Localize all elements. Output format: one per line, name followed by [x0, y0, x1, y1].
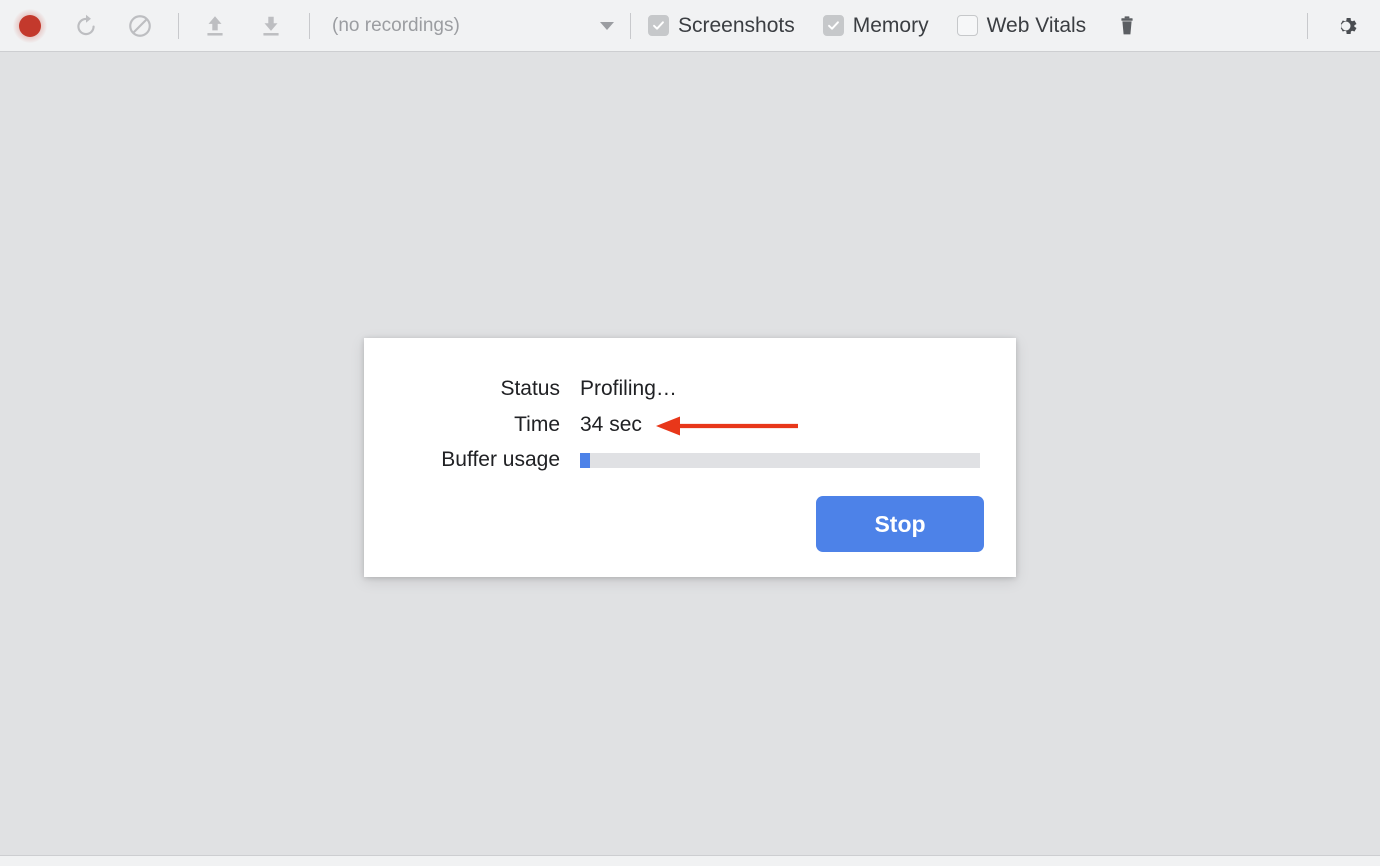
buffer-usage-label: Buffer usage: [441, 448, 560, 471]
check-icon: [827, 21, 839, 30]
status-label: Status: [500, 377, 560, 400]
buffer-usage-progressbar: [580, 452, 980, 468]
stop-button[interactable]: Stop: [816, 496, 984, 552]
record-button[interactable]: [10, 6, 50, 46]
reload-and-record-button[interactable]: [66, 6, 106, 46]
checkbox-memory-box[interactable]: [822, 15, 844, 36]
recordings-select[interactable]: (no recordings): [322, 11, 622, 41]
recordings-select-value: (no recordings): [332, 14, 460, 36]
checkbox-screenshots[interactable]: Screenshots: [641, 14, 802, 38]
toolbar-divider-3: [630, 12, 631, 39]
toolbar-divider-4: [1307, 12, 1308, 39]
checkbox-screenshots-box[interactable]: [648, 15, 669, 36]
gear-icon: [1340, 17, 1357, 34]
save-profile-button[interactable]: [251, 6, 291, 46]
checkbox-web-vitals-label: Web Vitals: [986, 13, 1087, 37]
trash-icon: [1121, 15, 1133, 34]
clear-recording-button[interactable]: [120, 6, 160, 46]
checkbox-screenshots-label: Screenshots: [678, 13, 795, 37]
status-value: Profiling…: [580, 377, 677, 400]
buffer-usage-fill: [580, 452, 590, 468]
toolbar-divider-2: [309, 12, 310, 39]
time-label: Time: [514, 413, 560, 436]
chevron-down-icon: [600, 21, 614, 30]
performance-toolbar: (no recordings) Screenshots Memory Web V…: [0, 0, 1380, 52]
load-profile-button[interactable]: [195, 6, 235, 46]
time-row: Time 34 sec: [384, 413, 642, 437]
time-value: 34 sec: [580, 413, 642, 436]
status-row: Status Profiling…: [384, 377, 677, 401]
toolbar-divider-1: [178, 12, 179, 39]
buffer-usage-row: Buffer usage: [384, 448, 980, 472]
checkbox-web-vitals[interactable]: Web Vitals: [950, 14, 1094, 38]
record-dot-icon: [19, 14, 41, 37]
checkbox-web-vitals-box[interactable]: [956, 15, 978, 36]
check-icon: [653, 21, 664, 30]
clear-icon: [129, 14, 151, 37]
devtools-performance-panel: (no recordings) Screenshots Memory Web V…: [0, 0, 1380, 866]
checkbox-memory[interactable]: Memory: [816, 14, 936, 38]
settings-button[interactable]: [1326, 6, 1366, 46]
download-icon: [263, 16, 279, 36]
reload-icon: [77, 14, 95, 35]
checkbox-memory-label: Memory: [852, 13, 929, 37]
profiling-status-dialog: Status Profiling… Time 34 sec Buffer usa…: [364, 338, 1016, 577]
upload-icon: [207, 15, 223, 36]
delete-recording-button[interactable]: [1107, 6, 1147, 46]
bottom-strip: [0, 855, 1380, 866]
